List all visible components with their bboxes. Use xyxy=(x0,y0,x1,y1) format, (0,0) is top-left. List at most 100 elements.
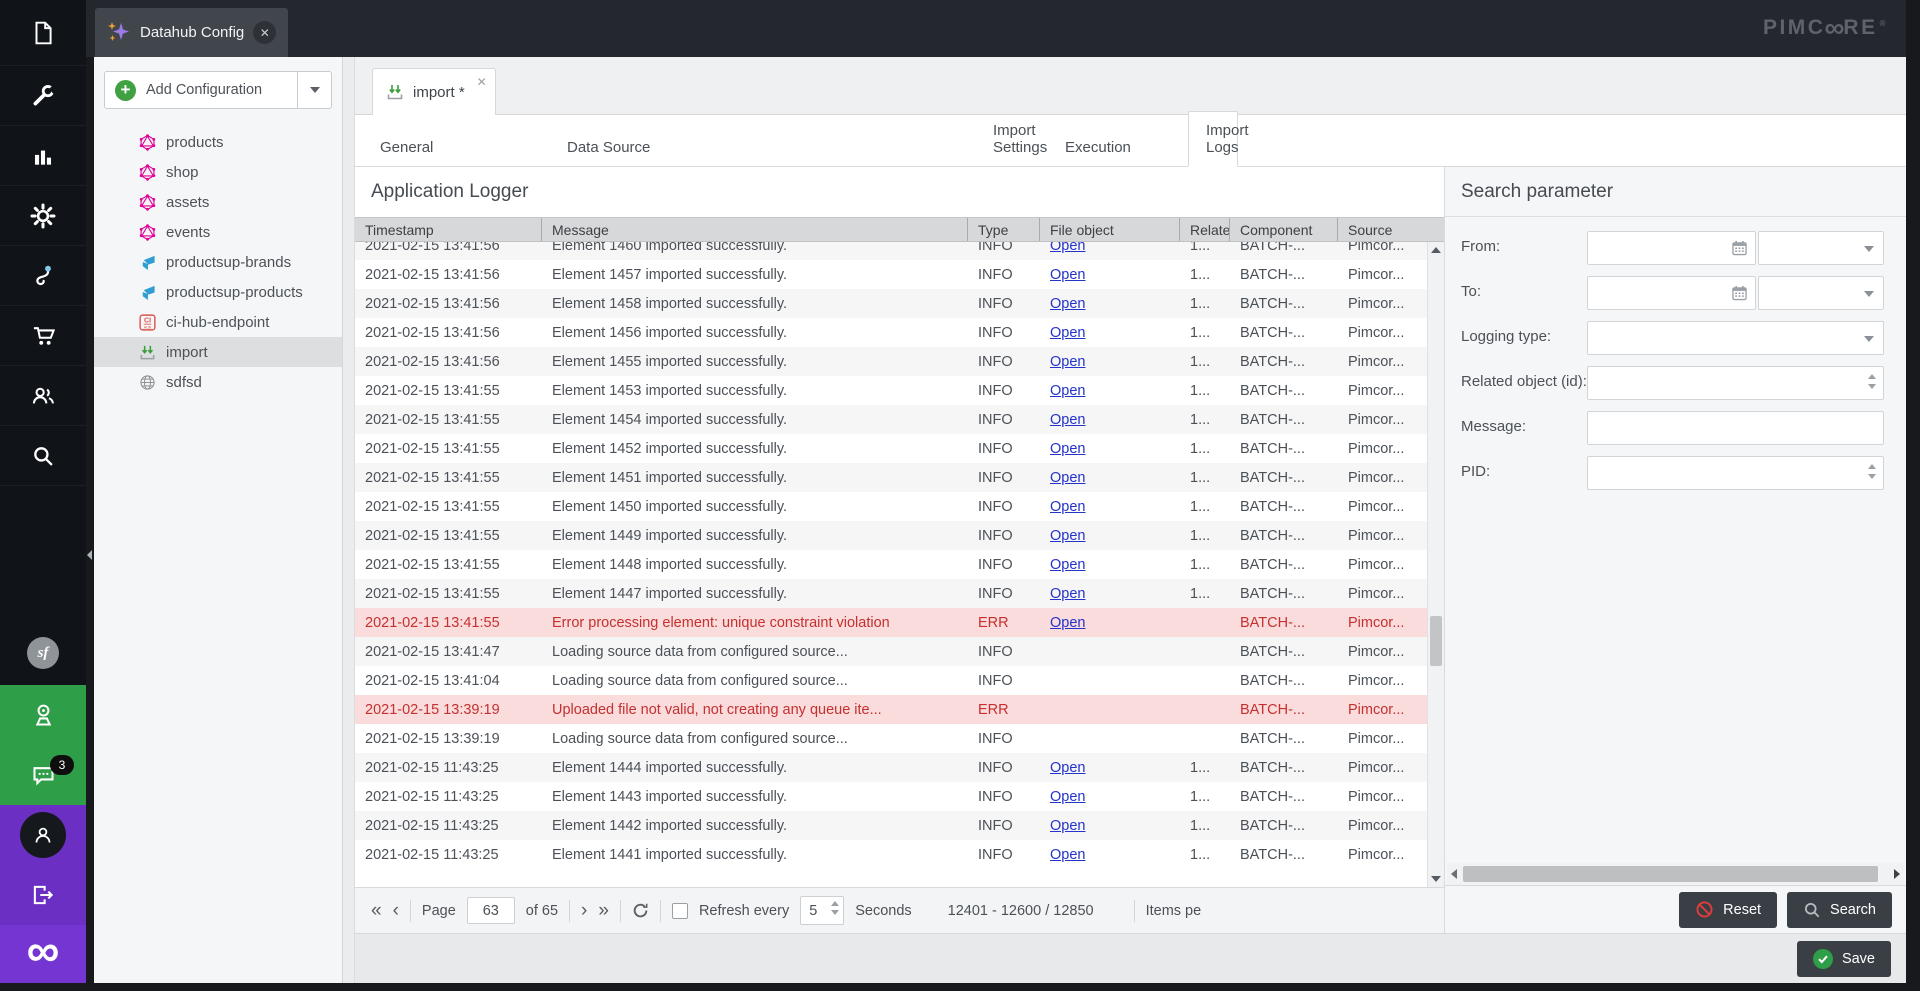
close-icon[interactable]: ✕ xyxy=(253,21,276,44)
date-input[interactable] xyxy=(1587,276,1756,310)
tree-item[interactable]: shop xyxy=(94,157,342,187)
log-row[interactable]: 2021-02-15 13:41:47 Loading source data … xyxy=(355,637,1427,666)
log-row[interactable]: 2021-02-15 13:39:19 Loading source data … xyxy=(355,724,1427,753)
column-header[interactable]: Type xyxy=(968,218,1040,241)
spin-up-icon[interactable] xyxy=(831,901,839,906)
scroll-right-icon[interactable] xyxy=(1894,869,1900,879)
log-row[interactable]: 2021-02-15 13:41:04 Loading source data … xyxy=(355,666,1427,695)
session-user-button[interactable] xyxy=(0,685,86,745)
scroll-left-icon[interactable] xyxy=(1451,869,1457,879)
log-row[interactable]: 2021-02-15 13:41:56 Element 1456 importe… xyxy=(355,318,1427,347)
log-row[interactable]: 2021-02-15 13:41:55 Error processing ele… xyxy=(355,608,1427,637)
open-file-link[interactable]: Open xyxy=(1050,586,1085,602)
spin-up-icon[interactable] xyxy=(1868,464,1876,469)
file-button[interactable] xyxy=(0,0,86,66)
reports-button[interactable] xyxy=(0,126,86,186)
scroll-down-icon[interactable] xyxy=(1431,876,1441,882)
next-page-button[interactable]: › xyxy=(581,901,587,920)
tab[interactable]: General xyxy=(363,129,550,166)
column-header[interactable]: File object xyxy=(1040,218,1180,241)
spin-up-icon[interactable] xyxy=(1868,374,1876,379)
log-row[interactable]: 2021-02-15 13:41:55 Element 1447 importe… xyxy=(355,579,1427,608)
tree-item[interactable]: sdfsd xyxy=(94,367,342,397)
symfony-button[interactable]: sf xyxy=(0,621,86,685)
log-row[interactable]: 2021-02-15 11:43:25 Element 1443 importe… xyxy=(355,782,1427,811)
open-file-link[interactable]: Open xyxy=(1050,499,1085,515)
search-button[interactable] xyxy=(0,426,86,486)
number-input[interactable] xyxy=(1587,366,1884,400)
open-file-link[interactable]: Open xyxy=(1050,528,1085,544)
open-file-link[interactable]: Open xyxy=(1050,789,1085,805)
panel-splitter[interactable] xyxy=(343,57,355,983)
scrollbar-thumb[interactable] xyxy=(1430,616,1442,666)
time-select[interactable] xyxy=(1758,231,1884,265)
column-header[interactable]: Related object xyxy=(1180,218,1230,241)
users-button[interactable] xyxy=(0,366,86,426)
reset-button[interactable]: Reset xyxy=(1679,892,1777,928)
text-input[interactable] xyxy=(1587,411,1884,445)
tree-item[interactable]: CIHUB ci-hub-endpoint xyxy=(94,307,342,337)
first-page-button[interactable]: « xyxy=(371,901,382,920)
previous-page-button[interactable]: ‹ xyxy=(393,901,399,920)
vertical-scrollbar[interactable] xyxy=(1427,242,1444,887)
ecommerce-button[interactable] xyxy=(0,246,86,306)
open-file-link[interactable]: Open xyxy=(1050,383,1085,399)
open-file-link[interactable]: Open xyxy=(1050,470,1085,486)
open-file-link[interactable]: Open xyxy=(1050,267,1085,283)
close-icon[interactable]: ✕ xyxy=(477,75,487,89)
spin-down-icon[interactable] xyxy=(1868,384,1876,389)
log-row[interactable]: 2021-02-15 13:41:55 Element 1453 importe… xyxy=(355,376,1427,405)
import-document-tab[interactable]: import * ✕ xyxy=(372,68,496,115)
tab[interactable]: Import Settings xyxy=(976,112,1048,166)
refresh-every-checkbox[interactable] xyxy=(672,903,688,919)
collapse-left-icon[interactable] xyxy=(87,550,92,560)
open-file-link[interactable]: Open xyxy=(1050,412,1085,428)
scroll-up-icon[interactable] xyxy=(1431,247,1441,253)
scrollbar-thumb[interactable] xyxy=(1463,866,1878,882)
open-file-link[interactable]: Open xyxy=(1050,242,1085,254)
tree-item[interactable]: products xyxy=(94,127,342,157)
log-row[interactable]: 2021-02-15 13:41:55 Element 1449 importe… xyxy=(355,521,1427,550)
refresh-interval-spinner[interactable]: 5 xyxy=(800,896,844,925)
log-row[interactable]: 2021-02-15 13:41:56 Element 1457 importe… xyxy=(355,260,1427,289)
log-row[interactable]: 2021-02-15 13:41:55 Element 1450 importe… xyxy=(355,492,1427,521)
search-button[interactable]: Search xyxy=(1787,892,1892,928)
profile-button[interactable] xyxy=(0,805,86,865)
log-row[interactable]: 2021-02-15 11:43:25 Element 1444 importe… xyxy=(355,753,1427,782)
log-row[interactable]: 2021-02-15 13:41:55 Element 1454 importe… xyxy=(355,405,1427,434)
horizontal-scrollbar[interactable] xyxy=(1447,863,1904,885)
column-header[interactable]: Timestamp xyxy=(355,218,542,241)
log-row[interactable]: 2021-02-15 13:41:56 Element 1455 importe… xyxy=(355,347,1427,376)
datahub-config-tab[interactable]: Datahub Config ✕ xyxy=(95,8,288,57)
open-file-link[interactable]: Open xyxy=(1050,296,1085,312)
log-row[interactable]: 2021-02-15 13:41:56 Element 1458 importe… xyxy=(355,289,1427,318)
open-file-link[interactable]: Open xyxy=(1050,441,1085,457)
add-configuration-dropdown[interactable] xyxy=(298,71,332,109)
number-input[interactable] xyxy=(1587,456,1884,490)
page-number-input[interactable] xyxy=(467,897,515,924)
log-row[interactable]: 2021-02-15 13:41:55 Element 1451 importe… xyxy=(355,463,1427,492)
tree-item[interactable]: assets xyxy=(94,187,342,217)
calendar-icon[interactable] xyxy=(1732,240,1747,261)
open-file-link[interactable]: Open xyxy=(1050,557,1085,573)
column-header[interactable]: Component xyxy=(1230,218,1338,241)
tree-item[interactable]: productsup-products xyxy=(94,277,342,307)
calendar-icon[interactable] xyxy=(1732,285,1747,306)
tools-button[interactable] xyxy=(0,66,86,126)
time-select[interactable] xyxy=(1758,276,1884,310)
tree-item[interactable]: productsup-brands xyxy=(94,247,342,277)
chat-button[interactable]: 3 xyxy=(0,745,86,805)
cart-button[interactable] xyxy=(0,306,86,366)
column-header[interactable]: Message xyxy=(542,218,968,241)
log-row[interactable]: 2021-02-15 11:43:25 Element 1442 importe… xyxy=(355,811,1427,840)
open-file-link[interactable]: Open xyxy=(1050,325,1085,341)
open-file-link[interactable]: Open xyxy=(1050,760,1085,776)
spin-down-icon[interactable] xyxy=(831,910,839,915)
log-row[interactable]: 2021-02-15 13:41:56 Element 1460 importe… xyxy=(355,242,1427,260)
refresh-button[interactable] xyxy=(632,902,649,919)
column-header[interactable]: Source xyxy=(1338,218,1444,241)
tree-item[interactable]: events xyxy=(94,217,342,247)
tree-item[interactable]: import xyxy=(94,337,342,367)
open-file-link[interactable]: Open xyxy=(1050,847,1085,863)
date-input[interactable] xyxy=(1587,231,1756,265)
